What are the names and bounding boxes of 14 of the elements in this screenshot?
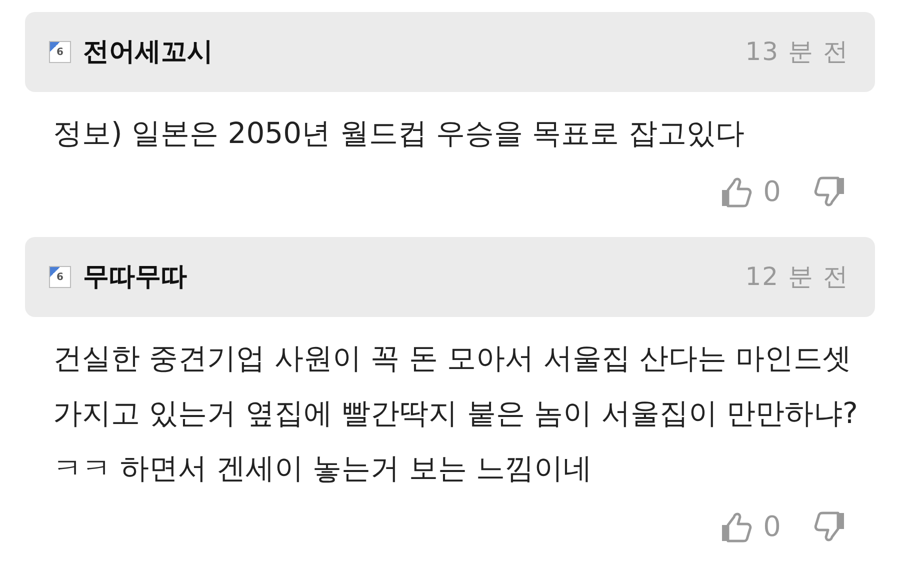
timestamp: 12 분 전 [745, 261, 849, 294]
author-name[interactable]: 무따무따 [83, 258, 187, 296]
like-count: 0 [763, 174, 781, 210]
level-badge: 6 [49, 266, 71, 288]
thumbs-down-icon[interactable] [813, 510, 847, 544]
timestamp: 13 분 전 [745, 36, 849, 68]
like-count: 0 [763, 509, 781, 545]
thumbs-up-icon[interactable] [719, 510, 754, 544]
comment-text: 정보) 일본은 2050년 월드컵 우승을 목표로 잡고있다 [52, 115, 746, 152]
level-badge: 6 [49, 41, 71, 63]
author-name[interactable]: 전어세꼬시 [83, 32, 213, 72]
comment-text: 건실한 중견기업 사원이 꼭 돈 모아서 서울집 산다는 마인드셋 가지고 있는거 옆집에 빨간딱지 붙은 놈이 서울집이 만만하냐?ㅋㅋ 하면서 겐세이 놓는거 보는 느낌이네 [52, 340, 859, 487]
thumbs-down-icon[interactable] [813, 175, 847, 209]
thumbs-up-icon[interactable] [719, 175, 754, 209]
